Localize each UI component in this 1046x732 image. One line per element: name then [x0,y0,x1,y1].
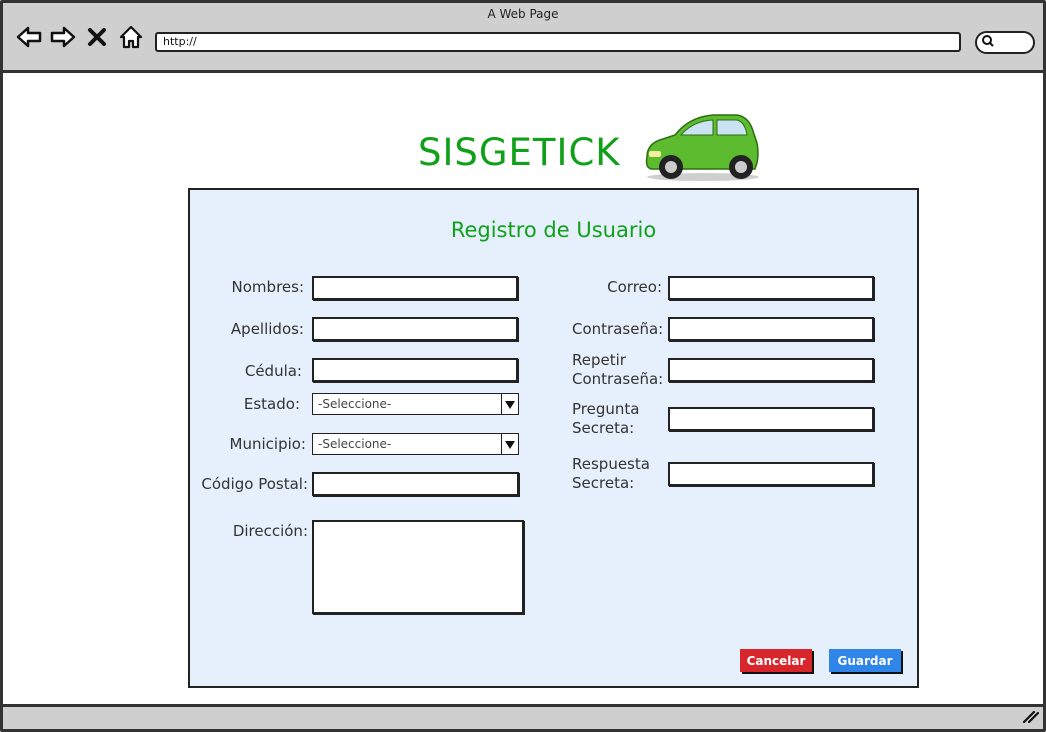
cedula-label: Cédula: [244,362,302,380]
estado-selected-value: -Seleccione- [318,397,392,411]
repetir-contrasena-label-line2: Contraseña: [572,370,664,388]
codigo-postal-label: Código Postal: [201,475,308,493]
estado-label: Estado: [243,395,300,413]
browser-window: A Web Page http:// SISGETICK Registro de… [0,0,1046,732]
close-icon[interactable] [83,23,111,51]
search-icon [981,33,995,52]
respuesta-secreta-input[interactable] [668,462,874,486]
forward-arrow-icon[interactable] [49,23,77,51]
nombres-input[interactable] [312,276,518,300]
window-title: A Web Page [487,7,559,21]
dropdown-arrow-icon [501,434,518,454]
search-button[interactable] [975,31,1035,54]
apellidos-input[interactable] [312,317,518,341]
nombres-label: Nombres: [231,278,304,296]
resize-grip-icon[interactable] [1021,708,1040,727]
direccion-textarea[interactable] [312,520,524,614]
repetir-contrasena-label-line1: Repetir [572,351,626,369]
home-icon[interactable] [117,23,145,51]
browser-status-bar [3,704,1043,729]
contrasena-input[interactable] [668,317,874,341]
pregunta-secreta-label-line2: Secreta: [572,419,635,437]
car-icon [641,107,763,187]
brand-name: SISGETICK [418,131,621,174]
respuesta-secreta-label-line1: Respuesta [572,455,650,473]
direccion-label: Dirección: [232,522,308,540]
save-button[interactable]: Guardar [829,649,901,672]
pregunta-secreta-input[interactable] [668,407,874,431]
dropdown-arrow-icon [501,394,518,414]
municipio-label: Municipio: [229,435,306,453]
correo-input[interactable] [668,276,874,300]
back-arrow-icon[interactable] [15,23,43,51]
form-title: Registro de Usuario [450,218,657,242]
pregunta-secreta-label-line1: Pregunta [572,400,640,418]
browser-toolbar: A Web Page http:// [3,3,1043,73]
repetir-contrasena-input[interactable] [668,358,874,382]
cancel-button[interactable]: Cancelar [740,649,812,672]
municipio-select[interactable]: -Seleccione- [312,433,519,455]
cedula-input[interactable] [312,358,518,382]
registration-form-panel: Registro de Usuario Nombres: Apellidos: … [188,188,919,688]
url-input[interactable]: http:// [155,32,961,52]
codigo-postal-input[interactable] [312,472,519,496]
respuesta-secreta-label-line2: Secreta: [572,474,635,492]
municipio-selected-value: -Seleccione- [318,437,392,451]
estado-select[interactable]: -Seleccione- [312,393,519,415]
apellidos-label: Apellidos: [230,320,304,338]
correo-label: Correo: [607,278,662,296]
contrasena-label: Contraseña: [572,320,664,338]
